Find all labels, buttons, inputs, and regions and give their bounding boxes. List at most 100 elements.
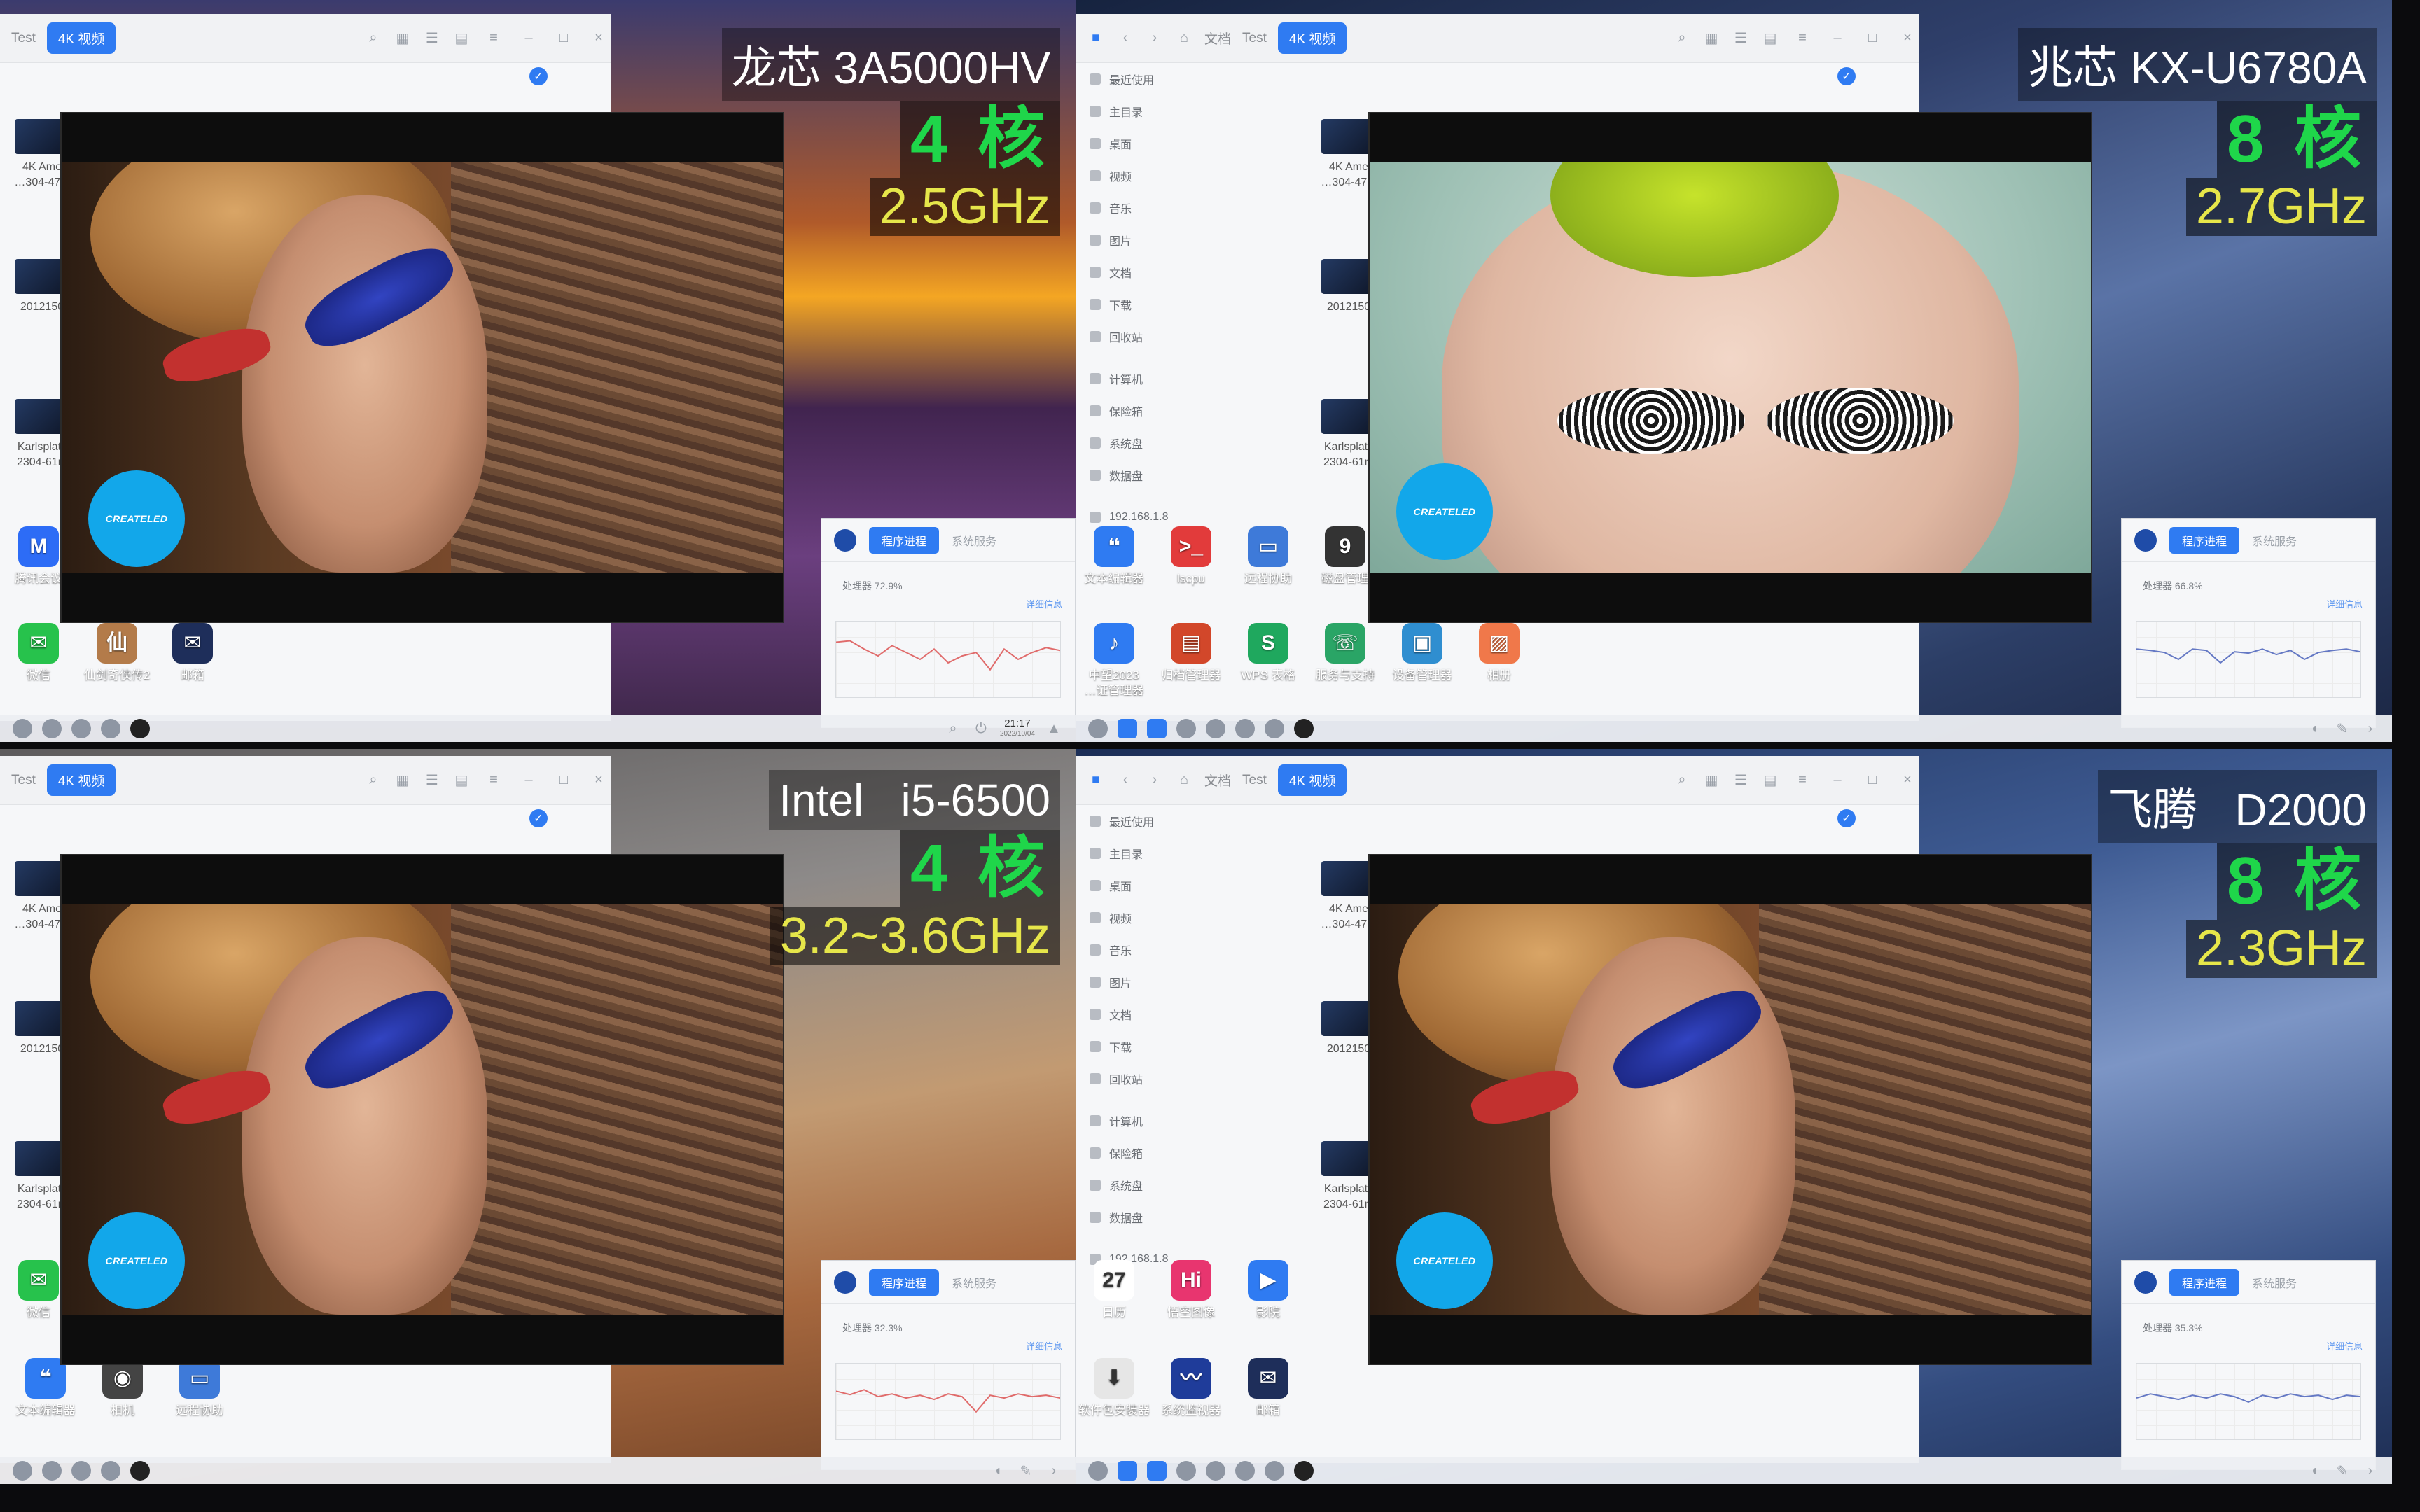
app-icon[interactable] <box>101 1461 120 1480</box>
back-icon[interactable]: ‹ <box>1116 29 1134 48</box>
close-icon[interactable]: × <box>1896 30 1919 46</box>
search-icon[interactable]: ⌕ <box>944 720 962 738</box>
sidebar-item-computer[interactable]: 计算机 <box>1076 1105 1223 1137</box>
close-icon[interactable]: × <box>587 30 611 46</box>
details-link[interactable]: 详细信息 <box>2326 1339 2363 1352</box>
app-icon[interactable] <box>71 1461 91 1480</box>
minimize-icon[interactable]: – <box>1826 30 1849 46</box>
desktop-icon-package-installer[interactable]: ⬇ 软件包安装器 <box>1076 1358 1153 1418</box>
volume-icon[interactable]: ◖ <box>2305 1462 2323 1480</box>
sidebar-item-recent[interactable]: 最近使用 <box>1076 63 1223 95</box>
launcher-icon[interactable] <box>13 719 32 738</box>
sidebar-item-system-disk[interactable]: 系统盘 <box>1076 1169 1223 1201</box>
tab-4k-video[interactable]: 4K 视频 <box>1277 22 1347 54</box>
video-player[interactable]: CREATELED <box>60 854 784 1365</box>
power-icon[interactable]: ⏻ <box>972 720 990 738</box>
desktop-icon-system-monitor[interactable]: 〰系统监视器 <box>1153 1358 1230 1418</box>
sidebar-item-desktop[interactable]: 桌面 <box>1076 127 1223 160</box>
list-view-icon[interactable]: ☰ <box>423 771 441 790</box>
forward-icon[interactable]: › <box>1146 771 1164 790</box>
sidebar-item-downloads[interactable]: 下载 <box>1076 1030 1223 1063</box>
desktop-icon-mail[interactable]: ✉ 邮箱 <box>1230 1358 1307 1418</box>
app-icon[interactable] <box>1206 719 1225 738</box>
desktop-icon-calendar[interactable]: 27 日历 <box>1076 1260 1153 1320</box>
taskbar-clock[interactable]: 21:17 2022/10/04 <box>1000 718 1035 739</box>
desktop-icon-device-manager[interactable]: ▣ 设备管理器 <box>1384 623 1461 683</box>
search-icon[interactable]: ⌕ <box>364 771 382 790</box>
file-manager-taskbar-icon[interactable] <box>1118 1461 1137 1480</box>
desktop-icon-support[interactable]: ☏ 服务与支持 <box>1307 623 1384 683</box>
details-link[interactable]: 详细信息 <box>1026 1339 1062 1352</box>
desktop-icon-game[interactable]: 仙 仙剑奇侠传2 <box>78 623 155 683</box>
sidebar-item-home[interactable]: 主目录 <box>1076 95 1223 127</box>
tab-processes[interactable]: 程序进程 <box>869 1268 940 1296</box>
search-icon[interactable]: ⌕ <box>364 29 382 48</box>
details-link[interactable]: 详细信息 <box>2326 597 2363 610</box>
tab-services[interactable]: 系统服务 <box>2252 532 2297 549</box>
grid-view-icon[interactable]: ▦ <box>1702 29 1720 48</box>
sidebar-item-documents[interactable]: 文档 <box>1076 256 1223 288</box>
tab-processes[interactable]: 程序进程 <box>869 526 940 554</box>
launcher-icon[interactable] <box>1088 1461 1108 1480</box>
video-player[interactable]: CREATELED <box>1368 112 2092 623</box>
desktop-icon-remote-assist[interactable]: ▭ 远程协助 <box>161 1358 238 1418</box>
list-view-icon[interactable]: ☰ <box>423 29 441 48</box>
sidebar-item-music[interactable]: 音乐 <box>1076 934 1223 966</box>
app-icon[interactable] <box>1176 719 1196 738</box>
minimize-icon[interactable]: – <box>517 772 541 788</box>
menu-icon[interactable]: ≡ <box>482 30 506 46</box>
video-player[interactable]: CREATELED <box>1368 854 2092 1365</box>
forward-icon[interactable]: › <box>1146 29 1164 48</box>
maximize-icon[interactable]: □ <box>1861 30 1884 46</box>
maximize-icon[interactable]: □ <box>552 772 576 788</box>
details-icon[interactable]: ▤ <box>452 29 471 48</box>
tab-processes[interactable]: 程序进程 <box>2169 1268 2240 1296</box>
search-icon[interactable]: ⌕ <box>1673 771 1691 790</box>
app-icon[interactable] <box>1176 1461 1196 1480</box>
pen-icon[interactable]: ✎ <box>2333 1462 2351 1480</box>
search-icon[interactable]: ⌕ <box>1673 29 1691 48</box>
app-icon[interactable] <box>1235 719 1255 738</box>
app-icon[interactable] <box>71 719 91 738</box>
menu-icon[interactable]: ≡ <box>1790 772 1814 788</box>
tab-4k-video[interactable]: 4K 视频 <box>1277 764 1347 796</box>
desktop-icon-text-editor[interactable]: ❝ 文本编辑器 <box>7 1358 84 1418</box>
sidebar-item-downloads[interactable]: 下载 <box>1076 288 1223 321</box>
sidebar-item-desktop[interactable]: 桌面 <box>1076 869 1223 902</box>
back-icon[interactable]: ‹ <box>1116 771 1134 790</box>
app-icon[interactable] <box>1147 1461 1167 1480</box>
maximize-icon[interactable]: □ <box>552 30 576 46</box>
list-view-icon[interactable]: ☰ <box>1732 29 1750 48</box>
desktop-icon-camera[interactable]: ◉ 相机 <box>84 1358 161 1418</box>
app-icon[interactable] <box>1235 1461 1255 1480</box>
app-icon[interactable] <box>1265 1461 1284 1480</box>
close-icon[interactable]: × <box>587 772 611 788</box>
desktop-icon-lscpu[interactable]: >_ lscpu <box>1153 526 1230 587</box>
desktop-icon-album[interactable]: ▨ 相册 <box>1461 623 1538 683</box>
breadcrumb[interactable]: Test <box>1242 773 1267 788</box>
breadcrumb[interactable]: Test <box>11 773 36 788</box>
tab-4k-video[interactable]: 4K 视频 <box>46 22 116 54</box>
tab-services[interactable]: 系统服务 <box>952 532 996 549</box>
video-player[interactable]: CREATELED <box>60 112 784 623</box>
home-icon[interactable]: ⌂ <box>1175 29 1193 48</box>
sidebar-item-vault[interactable]: 保险箱 <box>1076 1137 1223 1169</box>
minimize-icon[interactable]: – <box>517 30 541 46</box>
breadcrumb[interactable]: Test <box>11 31 36 46</box>
menu-icon[interactable]: ≡ <box>482 772 506 788</box>
pen-icon[interactable]: ✎ <box>1017 1462 1035 1480</box>
sidebar-item-pictures[interactable]: 图片 <box>1076 966 1223 998</box>
sidebar-item-trash[interactable]: 回收站 <box>1076 321 1223 353</box>
breadcrumb[interactable]: 文档 <box>1204 771 1231 790</box>
app-icon[interactable] <box>42 1461 62 1480</box>
video-player-icon[interactable] <box>130 1461 150 1480</box>
details-icon[interactable]: ▤ <box>452 771 471 790</box>
grid-view-icon[interactable]: ▦ <box>394 29 412 48</box>
sidebar-item-vault[interactable]: 保险箱 <box>1076 395 1223 427</box>
app-icon[interactable] <box>1206 1461 1225 1480</box>
desktop-icon-image-viewer[interactable]: Hi 悟空图像 <box>1153 1260 1230 1320</box>
sidebar-item-videos[interactable]: 视频 <box>1076 160 1223 192</box>
file-manager-taskbar-icon[interactable] <box>1118 719 1137 738</box>
notification-icon[interactable]: ▲ <box>1045 720 1063 738</box>
pen-icon[interactable]: ✎ <box>2333 720 2351 738</box>
